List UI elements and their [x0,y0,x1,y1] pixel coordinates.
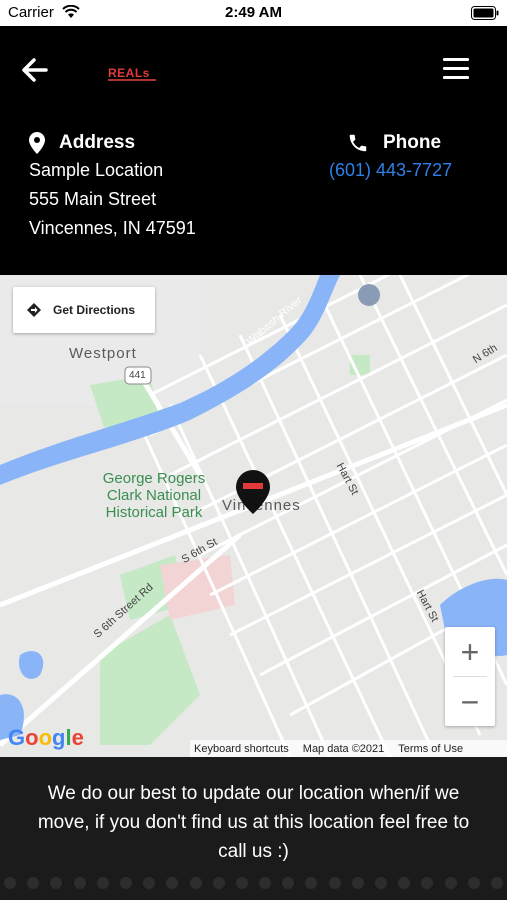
keyboard-shortcuts-link[interactable]: Keyboard shortcuts [194,743,289,755]
phone-number-link[interactable]: (601) 443-7727 [329,156,452,185]
google-logo: Google [8,725,84,750]
zoom-in-button[interactable]: + [445,627,495,676]
map-data-label: Map data ©2021 [302,742,385,755]
directions-icon [27,303,41,317]
brand-logo: REALs [104,58,160,84]
zoom-control: + − [445,627,495,726]
phone-heading: Phone [383,132,442,153]
decorative-dots [0,877,507,891]
footer-note: We do our best to update our location wh… [0,757,507,900]
arrow-left-icon [22,58,48,82]
address-line: Sample Location [29,160,164,180]
contact-info: Address Sample Location 555 Main Street … [0,114,507,275]
map-pin-icon [236,470,270,514]
phone-icon [349,134,367,152]
menu-button[interactable] [443,58,469,80]
back-button[interactable] [20,56,50,84]
address-block: Address Sample Location 555 Main Street … [29,130,196,243]
get-directions-button[interactable]: Get Directions [13,287,155,333]
logo-text: REALs [108,66,150,80]
address-line: 555 Main Street [29,189,157,209]
park-label: George Rogers Clark National Historical … [102,470,206,521]
status-bar: Carrier 2:49 AM [0,0,507,26]
nav-bar: REALs [0,26,507,114]
location-marker[interactable] [236,470,270,514]
terms-link[interactable]: Terms of Use [398,743,463,755]
get-directions-label: Get Directions [53,303,136,317]
map-pin-icon [29,132,45,154]
address-heading: Address [59,132,136,153]
hamburger-icon [443,58,469,79]
phone-block: Phone (601) 443-7727 [329,130,452,185]
route-441-label: 441 [129,370,146,381]
zoom-out-button[interactable]: − [445,677,495,726]
location-disclaimer: We do our best to update our location wh… [37,783,470,862]
map-footer: Keyboard shortcuts Map data ©2021 Terms … [190,740,507,757]
clock: 2:49 AM [225,4,282,21]
westport-label: Westport [69,345,137,362]
map-view[interactable]: Get Directions Westport 441 Vincennes Ge… [0,275,507,757]
battery-icon [471,6,499,25]
address-line: Vincennes, IN 47591 [29,218,196,238]
logo-underline [108,79,156,81]
